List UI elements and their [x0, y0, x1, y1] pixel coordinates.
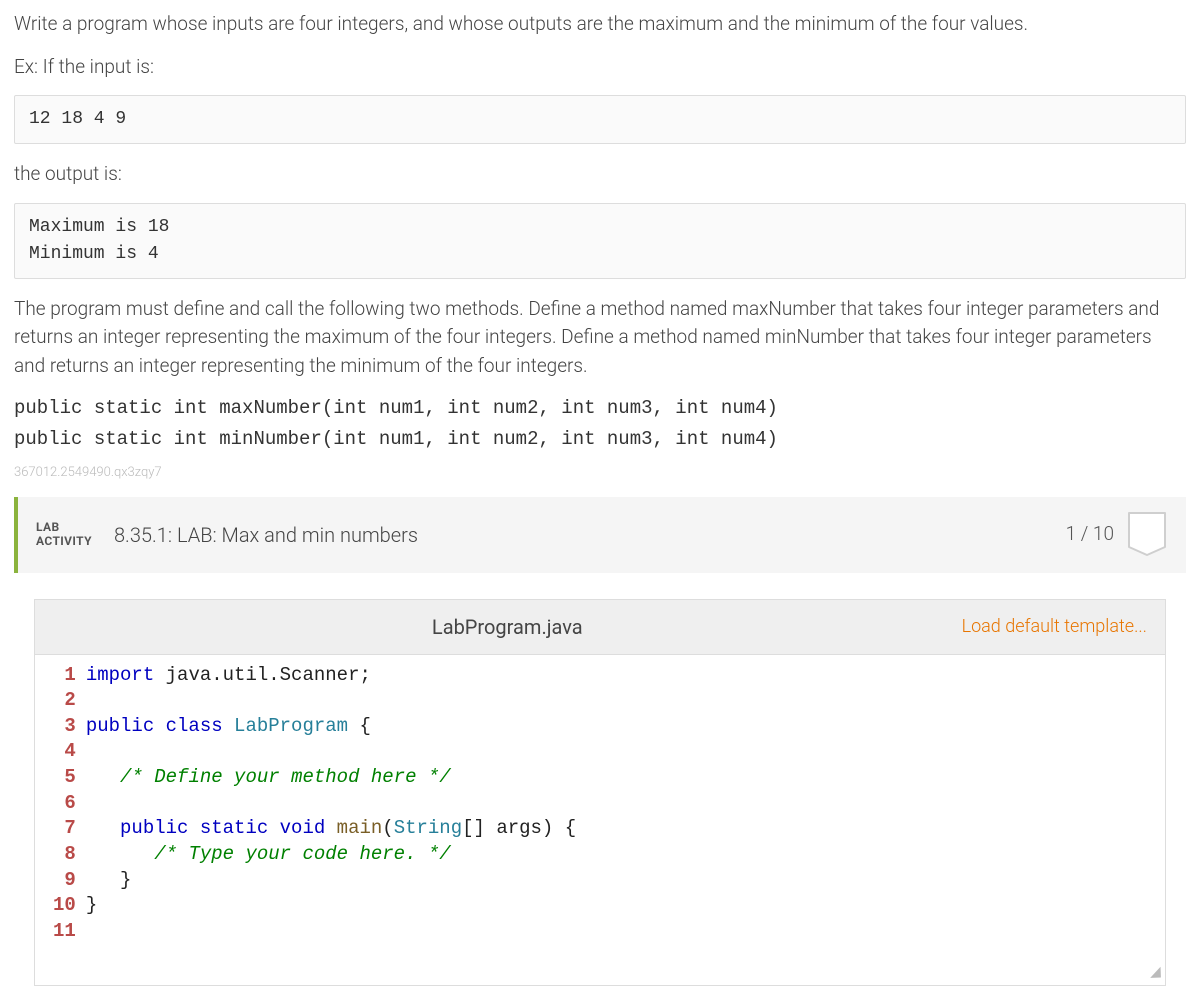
- lab-title: 8.35.1: LAB: Max and min numbers: [114, 520, 1066, 550]
- code-area[interactable]: import java.util.Scanner; public class L…: [86, 663, 1165, 985]
- editor-filename: LabProgram.java: [53, 612, 962, 642]
- example-output-box: Maximum is 18 Minimum is 4: [14, 203, 1186, 279]
- lab-score: 1 / 10: [1066, 520, 1114, 549]
- problem-intro: Write a program whose inputs are four in…: [14, 10, 1186, 39]
- output-label: the output is:: [14, 160, 1186, 189]
- line-number-gutter: 1234567891011: [35, 663, 86, 985]
- method-signature-2: public static int minNumber(int num1, in…: [14, 425, 1186, 454]
- requirement-text: The program must define and call the fol…: [14, 295, 1186, 381]
- load-default-template-link[interactable]: Load default template...: [962, 613, 1147, 640]
- lab-label-line1: LAB: [36, 521, 92, 535]
- example-input-label: Ex: If the input is:: [14, 53, 1186, 82]
- lab-activity-label: LAB ACTIVITY: [36, 521, 92, 549]
- method-signature-1: public static int maxNumber(int num1, in…: [14, 394, 1186, 423]
- trace-id: 367012.2549490.qx3zqy7: [14, 463, 1186, 483]
- code-editor[interactable]: 1234567891011 import java.util.Scanner; …: [34, 655, 1166, 986]
- lab-activity-header: LAB ACTIVITY 8.35.1: LAB: Max and min nu…: [14, 497, 1186, 573]
- ribbon-icon: [1126, 511, 1168, 559]
- editor-file-header: LabProgram.java Load default template...: [34, 599, 1166, 655]
- lab-label-line2: ACTIVITY: [36, 535, 92, 549]
- example-input-box: 12 18 4 9: [14, 95, 1186, 144]
